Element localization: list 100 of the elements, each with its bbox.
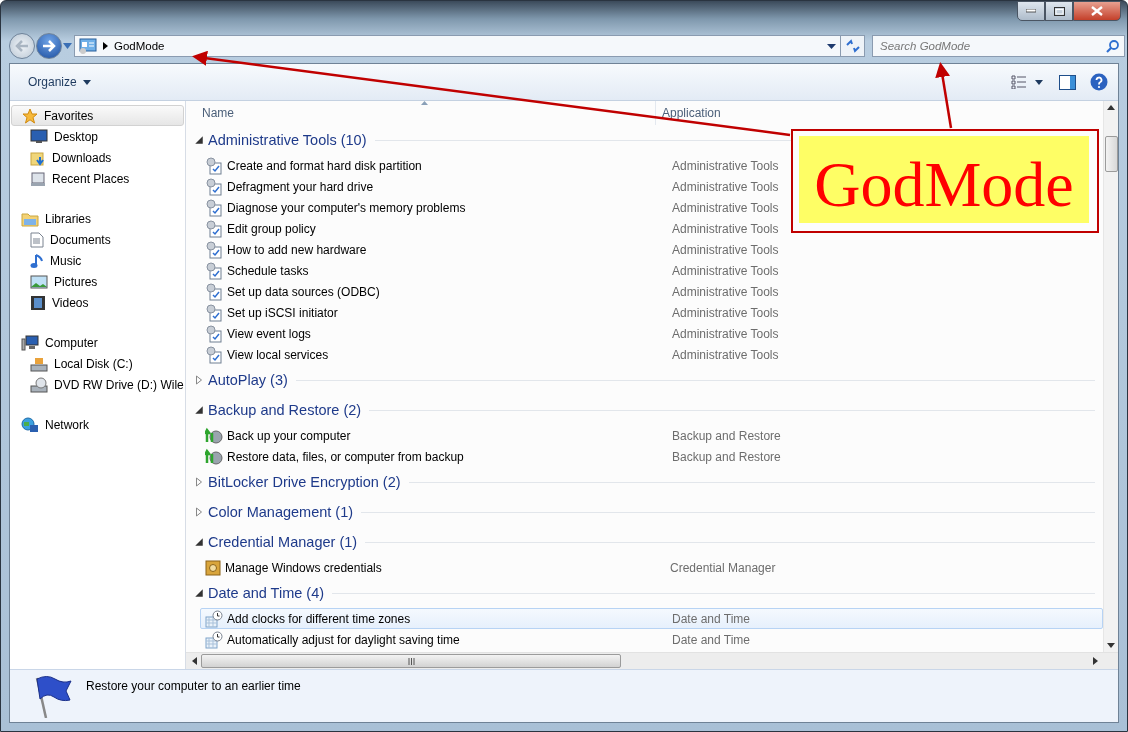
document-icon [30,231,44,248]
list-row[interactable]: View event logs Administrative Tools [200,323,1103,344]
list-row[interactable]: Automatically adjust for daylight saving time Date and Time [200,629,1103,650]
expand-arrow-icon[interactable] [194,507,204,517]
view-options-button[interactable] [1009,73,1045,91]
horizontal-scrollbar[interactable] [186,652,1118,669]
scroll-right-icon[interactable] [1093,657,1098,665]
sidebar-item[interactable]: Music [10,250,185,271]
address-bar[interactable]: GodMode [74,35,841,57]
application-name: Administrative Tools [671,305,779,320]
sidebar-item[interactable]: Local Disk (C:) [10,353,185,374]
forward-arrow-icon[interactable] [42,40,56,52]
item-name: Set up iSCSI initiator [227,305,339,320]
group-header[interactable]: Administrative Tools (10) [208,132,367,148]
caret-icon[interactable] [1035,79,1043,85]
group-header[interactable]: Backup and Restore (2) [208,402,362,418]
sidebar-item[interactable]: Videos [10,292,185,313]
list-row[interactable]: Schedule tasks Administrative Tools [200,260,1103,281]
application-name: Administrative Tools [671,158,779,173]
sidebar-item[interactable]: Libraries [11,208,184,229]
list-row[interactable]: Set up iSCSI initiator Administrative Tools [200,302,1103,323]
gear-document-icon [205,240,223,259]
gear-document-icon [205,177,223,196]
dropdown-arrow-icon[interactable] [827,43,836,49]
list-row[interactable]: Manage Windows credentials Credential Manager [200,557,1103,578]
sidebar-item[interactable]: Network [11,414,184,435]
item-name: View local services [227,347,330,362]
application-name: Date and Time [671,611,751,626]
preview-pane-icon[interactable] [1059,74,1076,90]
item-name: Back up your computer [227,428,352,443]
group-header[interactable]: Color Management (1) [208,504,354,520]
application-name: Backup and Restore [671,449,781,464]
scroll-thumb[interactable] [201,654,621,668]
backup-arrows-icon [205,426,223,445]
minimize-button[interactable] [1017,1,1045,21]
scroll-left-icon[interactable] [192,657,197,665]
item-name: Diagnose your computer's memory problems [227,200,467,215]
forward-button[interactable] [36,33,62,59]
item-name: View event logs [227,326,312,341]
caret-icon[interactable] [82,79,91,85]
application-name: Date and Time [671,632,751,647]
list-row[interactable]: Back up your computer Backup and Restore [200,425,1103,446]
group-header[interactable]: BitLocker Drive Encryption (2) [208,474,401,490]
vertical-scrollbar[interactable] [1103,101,1118,652]
close-button[interactable] [1073,1,1121,21]
callout-label: GodMode [814,153,1074,217]
minimize-icon[interactable] [1026,9,1036,13]
star-icon [22,107,38,124]
list-row[interactable]: Add clocks for different time zones Date and Time [200,608,1103,629]
vault-icon [205,559,221,576]
scroll-up-icon[interactable] [1107,105,1115,110]
maximize-icon[interactable] [1053,6,1065,16]
sidebar-item[interactable]: Documents [10,229,185,250]
collapse-arrow-icon[interactable] [194,135,204,145]
sidebar-item[interactable]: DVD RW Drive (D:) Wile [10,374,185,395]
list-row[interactable]: View local services Administrative Tools [200,344,1103,365]
column-header[interactable]: Application [656,101,1103,125]
expand-arrow-icon[interactable] [194,375,204,385]
disc-drive-icon [30,376,48,393]
organize-menu[interactable]: Organize [20,71,99,93]
globe-icon [21,416,39,433]
scroll-thumb[interactable] [1104,136,1118,172]
hard-drive-icon [30,355,48,372]
gear-document-icon [205,219,223,238]
maximize-button[interactable] [1045,1,1073,21]
computer-icon [21,334,39,351]
collapse-arrow-icon[interactable] [194,588,204,598]
collapse-arrow-icon[interactable] [194,405,204,415]
application-name: Administrative Tools [671,326,779,341]
sidebar-item[interactable]: Favorites [11,105,184,126]
details-view-icon[interactable] [1011,75,1027,89]
scroll-down-icon[interactable] [1107,643,1115,648]
application-name: Administrative Tools [671,284,779,299]
list-row[interactable]: Edit group policy Administrative Tools [200,218,1103,239]
search-field[interactable]: Search GodMode [872,35,1125,57]
sidebar-item[interactable]: Computer [11,332,184,353]
list-row[interactable]: Set up data sources (ODBC) Administrative Tools [200,281,1103,302]
sidebar-item[interactable]: Recent Places [10,168,185,189]
chevron-icon[interactable] [103,42,108,50]
list-row[interactable]: How to add new hardware Administrative Tools [200,239,1103,260]
close-icon[interactable] [1091,6,1103,16]
sidebar-item[interactable]: Downloads [10,147,185,168]
sidebar-item[interactable]: Pictures [10,271,185,292]
group-header[interactable]: Credential Manager (1) [208,534,358,550]
item-name: Automatically adjust for daylight saving time [227,632,461,647]
application-name: Administrative Tools [671,200,779,215]
sidebar-item[interactable]: Desktop [10,126,185,147]
column-header[interactable]: Name [186,101,656,125]
help-icon[interactable] [1090,73,1108,91]
item-name: Restore data, files, or computer from backup [227,449,465,464]
back-button[interactable] [9,33,35,59]
grip-icon [407,657,415,665]
collapse-arrow-icon[interactable] [194,537,204,547]
expand-arrow-icon[interactable] [194,477,204,487]
address-path[interactable]: GodMode [114,40,821,52]
group-header[interactable]: AutoPlay (3) [208,372,288,388]
group-header[interactable]: Date and Time (4) [208,585,325,601]
film-icon [30,294,46,311]
item-name: Schedule tasks [227,263,310,278]
list-row[interactable]: Restore data, files, or computer from backup Backup and Restore [200,446,1103,467]
